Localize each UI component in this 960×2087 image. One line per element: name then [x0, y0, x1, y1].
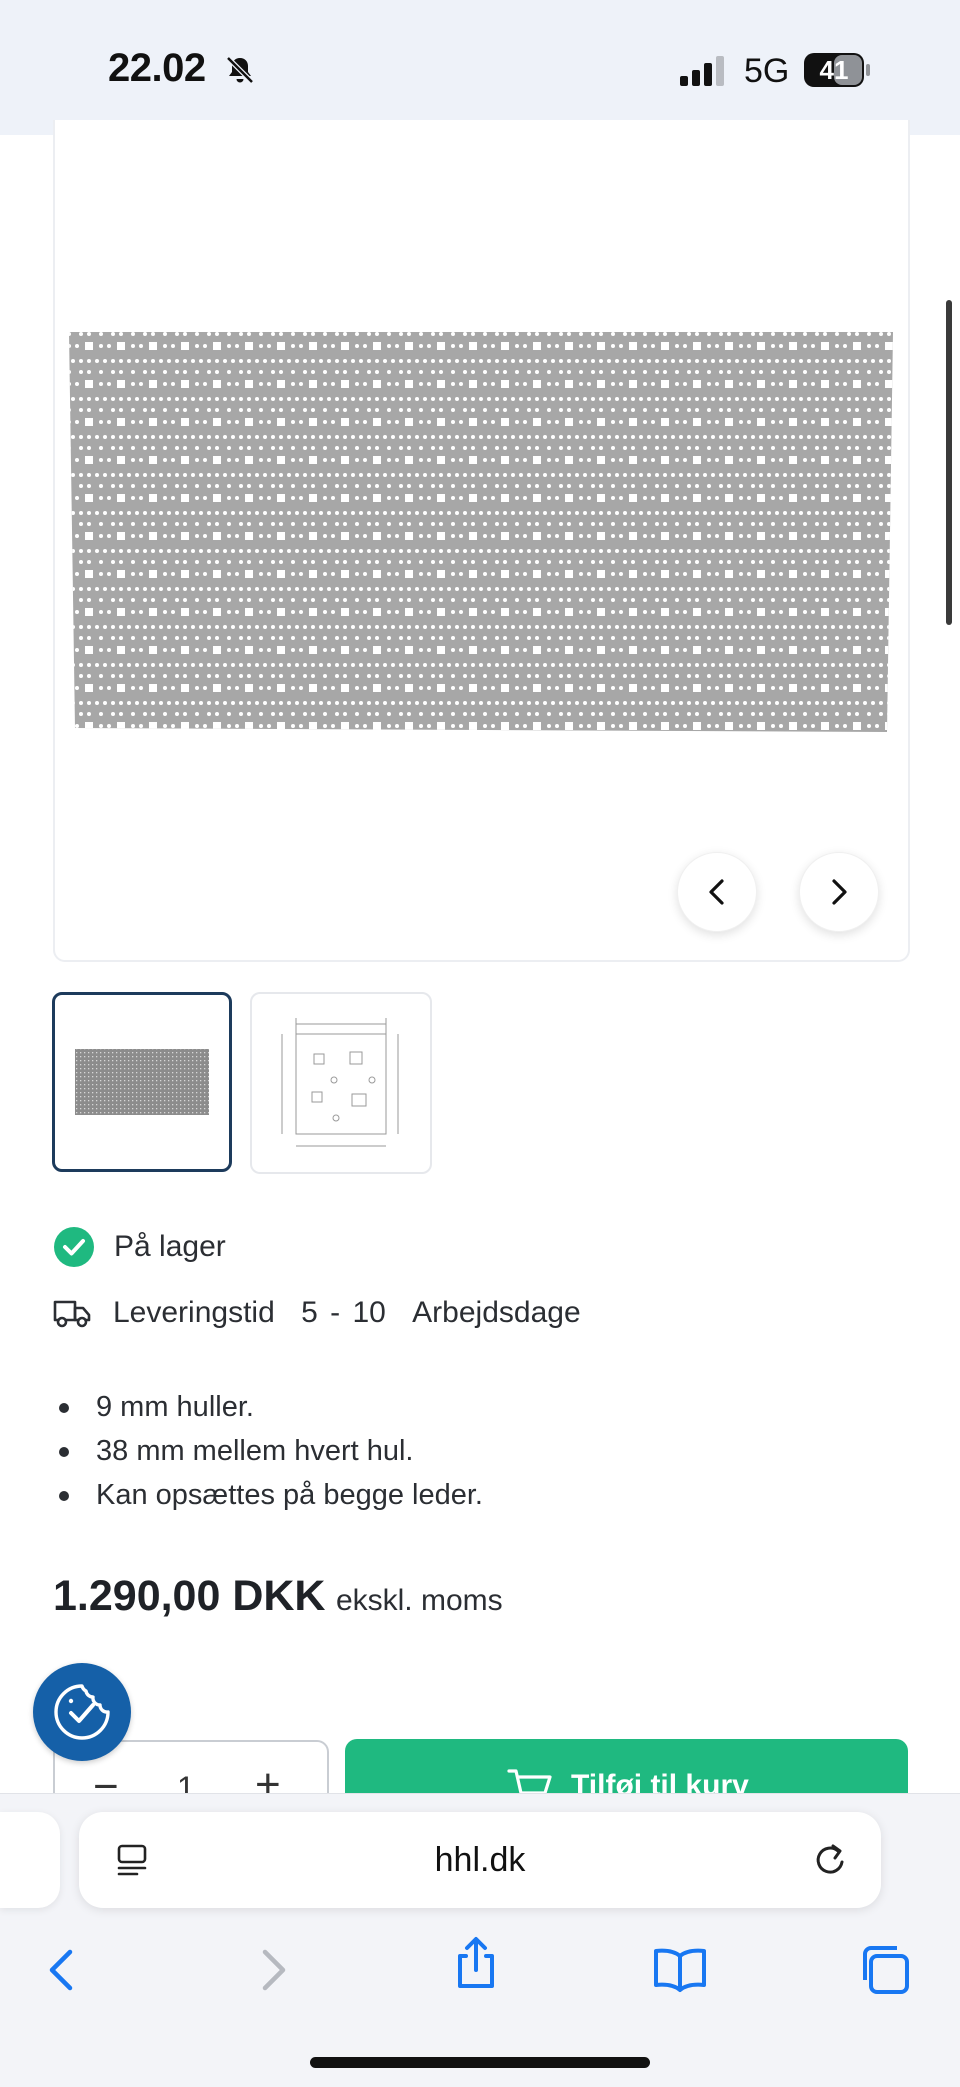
next-image-button[interactable] [799, 852, 879, 932]
forward-icon[interactable] [243, 1940, 303, 2000]
cookie-consent-button[interactable] [33, 1663, 131, 1761]
product-image-gallery [53, 120, 910, 962]
thumbnail-technical-drawing[interactable] [250, 992, 432, 1174]
feature-list: 9 mm huller. 38 mm mellem hvert hul. Kan… [53, 1385, 483, 1517]
address-bar[interactable]: hhl.dk [79, 1812, 881, 1908]
delivery-label: Leveringstid [113, 1296, 275, 1329]
status-bar: 22.02 5G 41 [0, 0, 960, 135]
technical-drawing-thumbnail [281, 1018, 399, 1147]
status-time: 22.02 [108, 46, 206, 90]
previous-image-button[interactable] [677, 852, 757, 932]
url-text[interactable]: hhl.dk [79, 1812, 881, 1908]
page-scrollbar[interactable] [946, 300, 952, 625]
stock-status: På lager [53, 1225, 226, 1269]
home-indicator[interactable] [310, 2057, 650, 2068]
truck-icon [53, 1300, 91, 1328]
tabs-icon[interactable] [855, 1940, 915, 2000]
chevron-right-icon [832, 879, 847, 905]
feature-item: Kan opsættes på begge leder. [53, 1473, 483, 1517]
delivery-range: 5 - 10 [301, 1296, 386, 1329]
cellular-signal-icon [680, 56, 724, 86]
stock-label: På lager [114, 1230, 226, 1263]
price: 1.290,00 DKK ekskl. moms [53, 1572, 503, 1621]
thumbnail-panel-image[interactable] [52, 992, 232, 1172]
network-type: 5G [744, 52, 790, 90]
reload-icon[interactable] [811, 1840, 851, 1880]
price-vat-note: ekskl. moms [335, 1584, 503, 1617]
share-icon[interactable] [446, 1932, 506, 1992]
previous-tab-preview[interactable] [0, 1812, 60, 1908]
delivery-unit: Arbejdsdage [412, 1296, 581, 1329]
back-icon[interactable] [32, 1940, 92, 2000]
product-image[interactable] [69, 332, 893, 732]
feature-item: 38 mm mellem hvert hul. [53, 1429, 483, 1473]
feature-item: 9 mm huller. [53, 1385, 483, 1429]
delivery-time: Leveringstid 5 - 10 Arbejdsdage [53, 1291, 581, 1335]
chevron-left-icon [709, 879, 724, 905]
check-circle-icon [54, 1227, 94, 1267]
bookmarks-icon[interactable] [650, 1940, 710, 2000]
battery-level: 41 [819, 55, 849, 85]
price-amount: 1.290,00 DKK [53, 1572, 326, 1620]
cookie-check-icon [54, 1684, 110, 1740]
bell-muted-icon [226, 56, 254, 84]
pegboard-thumbnail [75, 1049, 209, 1115]
